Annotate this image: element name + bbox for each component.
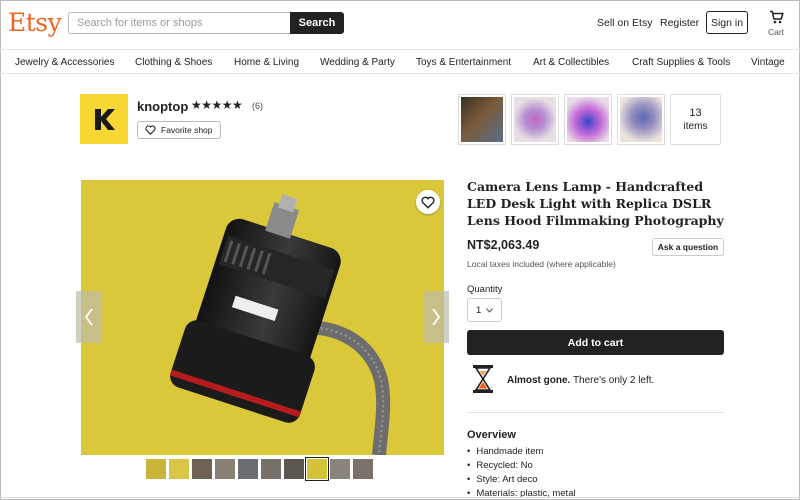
image-thumb[interactable] bbox=[284, 459, 304, 479]
heart-icon bbox=[421, 196, 435, 209]
shop-item-thumb[interactable] bbox=[617, 94, 665, 145]
category-toys[interactable]: Toys & Entertainment bbox=[416, 57, 511, 68]
shop-rating-stars: ★★★★★ bbox=[191, 98, 243, 112]
image-thumb[interactable] bbox=[215, 459, 235, 479]
overview-list: Handmade item Recycled: No Style: Art de… bbox=[467, 445, 576, 500]
image-thumb-selected[interactable] bbox=[305, 457, 329, 481]
search-bar: Search bbox=[68, 12, 344, 34]
image-thumb[interactable] bbox=[353, 459, 373, 479]
shop-items-preview: 13 items bbox=[458, 94, 721, 145]
overview-item: Handmade item bbox=[467, 445, 576, 459]
favorite-item-button[interactable] bbox=[416, 190, 440, 214]
category-wedding[interactable]: Wedding & Party bbox=[320, 57, 395, 68]
category-craft[interactable]: Craft Supplies & Tools bbox=[632, 57, 730, 68]
sign-in-button[interactable]: Sign in bbox=[706, 11, 748, 34]
category-vintage[interactable]: Vintage bbox=[751, 57, 785, 68]
items-count: 13 bbox=[689, 106, 702, 119]
shop-review-count[interactable]: (6) bbox=[252, 101, 263, 111]
chevron-left-icon bbox=[84, 308, 93, 326]
shop-items-count-box[interactable]: 13 items bbox=[670, 94, 721, 145]
sell-on-etsy-link[interactable]: Sell on Etsy bbox=[597, 17, 652, 29]
category-clothing[interactable]: Clothing & Shoes bbox=[135, 57, 212, 68]
shop-name[interactable]: knoptop bbox=[137, 99, 188, 114]
etsy-logo[interactable]: Etsy bbox=[8, 8, 62, 37]
category-art[interactable]: Art & Collectibles bbox=[533, 57, 609, 68]
overview-item: Materials: plastic, metal bbox=[467, 487, 575, 500]
items-label: items bbox=[683, 120, 708, 132]
shop-logo-k-icon bbox=[95, 109, 115, 130]
listing-price: NT$2,063.49 bbox=[467, 238, 540, 252]
next-image-button[interactable] bbox=[423, 291, 449, 343]
image-thumb[interactable] bbox=[192, 459, 212, 479]
tax-note: Local taxes included (where applicable) bbox=[467, 259, 616, 269]
add-to-cart-button[interactable]: Add to cart bbox=[467, 330, 724, 355]
cart-button[interactable]: Cart bbox=[765, 10, 787, 37]
chevron-right-icon bbox=[432, 308, 441, 326]
previous-image-button[interactable] bbox=[76, 291, 102, 343]
scarcity-text: There's only 2 left. bbox=[570, 375, 655, 386]
image-thumb[interactable] bbox=[238, 459, 258, 479]
shop-item-thumb[interactable] bbox=[564, 94, 612, 145]
favorite-shop-label: Favorite shop bbox=[161, 125, 213, 135]
lens-lamp-illustration bbox=[81, 180, 444, 455]
category-jewelry[interactable]: Jewelry & Accessories bbox=[15, 57, 114, 68]
shop-item-thumb[interactable] bbox=[511, 94, 559, 145]
image-thumb[interactable] bbox=[261, 459, 281, 479]
image-thumbnail-strip bbox=[146, 457, 373, 481]
quantity-select[interactable]: 1 bbox=[467, 298, 502, 322]
overview-heading[interactable]: Overview bbox=[467, 429, 516, 441]
image-thumb[interactable] bbox=[330, 459, 350, 479]
category-home[interactable]: Home & Living bbox=[234, 57, 299, 68]
cart-icon bbox=[769, 10, 784, 24]
chevron-down-icon bbox=[486, 307, 494, 313]
listing-title: Camera Lens Lamp - Handcrafted LED Desk … bbox=[467, 179, 724, 228]
bottom-border bbox=[0, 497, 800, 498]
shop-item-thumb[interactable] bbox=[458, 94, 506, 145]
divider bbox=[467, 412, 724, 413]
overview-item: Style: Art deco bbox=[467, 473, 576, 487]
image-thumb[interactable] bbox=[146, 459, 166, 479]
search-button[interactable]: Search bbox=[290, 12, 344, 34]
quantity-label: Quantity bbox=[467, 284, 503, 295]
heart-icon bbox=[145, 125, 156, 135]
category-nav: Jewelry & Accessories Clothing & Shoes H… bbox=[0, 49, 800, 74]
image-thumb[interactable] bbox=[169, 459, 189, 479]
scarcity-bold: Almost gone. bbox=[507, 375, 571, 386]
product-main-image[interactable] bbox=[81, 180, 444, 455]
search-input[interactable] bbox=[68, 12, 290, 34]
overview-item: Recycled: No bbox=[467, 459, 576, 473]
ask-question-button[interactable]: Ask a question bbox=[652, 238, 724, 256]
quantity-value: 1 bbox=[476, 304, 482, 316]
register-link[interactable]: Register bbox=[660, 17, 699, 29]
favorite-shop-button[interactable]: Favorite shop bbox=[137, 121, 221, 139]
scarcity-message: Almost gone. There's only 2 left. bbox=[507, 375, 654, 386]
hourglass-icon bbox=[470, 364, 496, 399]
shop-logo[interactable] bbox=[80, 94, 128, 144]
cart-label: Cart bbox=[767, 27, 785, 37]
